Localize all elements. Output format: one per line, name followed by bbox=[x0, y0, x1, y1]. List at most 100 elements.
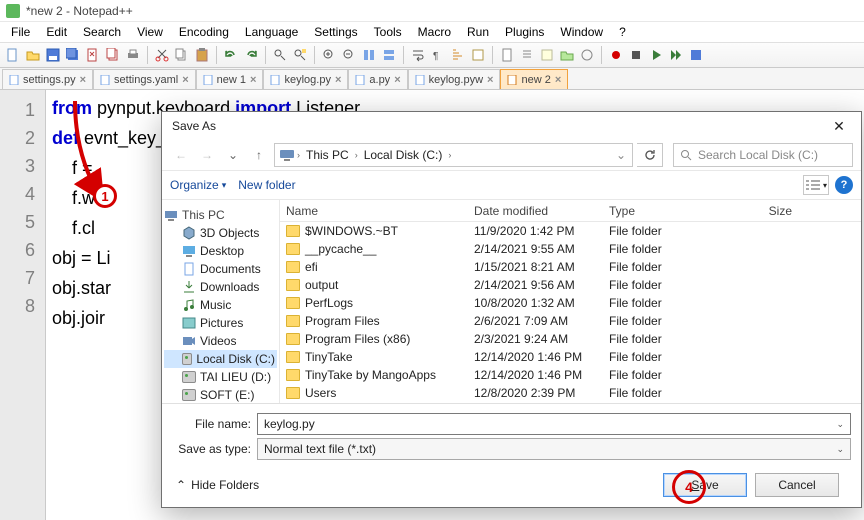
tree-soft-e[interactable]: SOFT (E:) bbox=[164, 386, 277, 403]
close-button[interactable]: ✕ bbox=[817, 112, 861, 140]
close-icon[interactable]: × bbox=[555, 74, 561, 86]
tree-videos[interactable]: Videos bbox=[164, 332, 277, 350]
breadcrumb[interactable]: › This PC › Local Disk (C:) › ⌄ bbox=[274, 143, 633, 167]
menu-run[interactable]: Run bbox=[460, 23, 496, 41]
hide-folders-toggle[interactable]: ⌃Hide Folders bbox=[176, 478, 259, 492]
tree-tai-lieu-d[interactable]: TAI LIEU (D:) bbox=[164, 368, 277, 386]
paste-icon[interactable] bbox=[193, 46, 211, 64]
save-all-icon[interactable] bbox=[64, 46, 82, 64]
open-file-icon[interactable] bbox=[24, 46, 42, 64]
print-icon[interactable] bbox=[124, 46, 142, 64]
recent-locations-button[interactable]: ⌄ bbox=[222, 144, 244, 166]
close-icon[interactable]: × bbox=[335, 74, 341, 86]
menu-encoding[interactable]: Encoding bbox=[172, 23, 236, 41]
close-file-icon[interactable] bbox=[84, 46, 102, 64]
table-row[interactable]: Users12/8/2020 2:39 PMFile folder bbox=[280, 384, 861, 402]
close-icon[interactable]: × bbox=[182, 74, 188, 86]
play-icon[interactable] bbox=[647, 46, 665, 64]
menu-edit[interactable]: Edit bbox=[39, 23, 74, 41]
chevron-down-icon[interactable]: ⌄ bbox=[836, 444, 844, 455]
table-row[interactable]: efi1/15/2021 8:21 AMFile folder bbox=[280, 258, 861, 276]
back-button[interactable]: ← bbox=[170, 144, 192, 166]
tree-3d-objects[interactable]: 3D Objects bbox=[164, 224, 277, 242]
tree-documents[interactable]: Documents bbox=[164, 260, 277, 278]
table-row[interactable]: __pycache__2/14/2021 9:55 AMFile folder bbox=[280, 240, 861, 258]
up-button[interactable]: ↑ bbox=[248, 144, 270, 166]
tree-local-disk-c[interactable]: Local Disk (C:) bbox=[164, 350, 277, 368]
close-icon[interactable]: × bbox=[250, 74, 256, 86]
view-options-button[interactable]: ▾ bbox=[803, 175, 829, 195]
breadcrumb-root[interactable]: This PC bbox=[302, 146, 353, 164]
new-folder-button[interactable]: New folder bbox=[238, 178, 295, 192]
cancel-button[interactable]: Cancel bbox=[755, 473, 839, 497]
tab-keylog-py[interactable]: keylog.py× bbox=[263, 69, 348, 89]
col-type[interactable]: Type bbox=[603, 204, 708, 218]
menu-file[interactable]: File bbox=[4, 23, 37, 41]
doc-list-icon[interactable] bbox=[518, 46, 536, 64]
table-row[interactable]: TinyTake12/14/2020 1:46 PMFile folder bbox=[280, 348, 861, 366]
save-icon[interactable] bbox=[44, 46, 62, 64]
show-all-chars-icon[interactable]: ¶ bbox=[429, 46, 447, 64]
menu-macro[interactable]: Macro bbox=[411, 23, 458, 41]
tab-settings-yaml[interactable]: settings.yaml× bbox=[93, 69, 196, 89]
find-icon[interactable] bbox=[271, 46, 289, 64]
table-row[interactable]: $WINDOWS.~BT11/9/2020 1:42 PMFile folder bbox=[280, 222, 861, 240]
menu-search[interactable]: Search bbox=[76, 23, 128, 41]
menu-window[interactable]: Window bbox=[553, 23, 610, 41]
tab-settings-py[interactable]: settings.py× bbox=[2, 69, 93, 89]
close-icon[interactable]: × bbox=[394, 74, 400, 86]
folder-workspace-icon[interactable] bbox=[558, 46, 576, 64]
breadcrumb-dropdown-icon[interactable]: ⌄ bbox=[616, 148, 632, 162]
search-input[interactable]: Search Local Disk (C:) bbox=[673, 143, 853, 167]
wordwrap-icon[interactable] bbox=[409, 46, 427, 64]
menu-plugins[interactable]: Plugins bbox=[498, 23, 551, 41]
column-headers[interactable]: Name Date modified Type Size bbox=[280, 200, 861, 222]
tree-pictures[interactable]: Pictures bbox=[164, 314, 277, 332]
col-date[interactable]: Date modified bbox=[468, 204, 603, 218]
play-multi-icon[interactable] bbox=[667, 46, 685, 64]
filename-input[interactable]: keylog.py⌄ bbox=[257, 413, 851, 435]
tree-music[interactable]: Music bbox=[164, 296, 277, 314]
tab-new2[interactable]: new 2× bbox=[500, 69, 568, 89]
menu-settings[interactable]: Settings bbox=[307, 23, 364, 41]
replace-icon[interactable] bbox=[291, 46, 309, 64]
breadcrumb-path[interactable]: Local Disk (C:) bbox=[360, 146, 447, 164]
indent-guide-icon[interactable] bbox=[449, 46, 467, 64]
menu-tools[interactable]: Tools bbox=[367, 23, 409, 41]
save-button[interactable]: Save bbox=[663, 473, 747, 497]
table-row[interactable]: Program Files2/6/2021 7:09 AMFile folder bbox=[280, 312, 861, 330]
zoom-in-icon[interactable] bbox=[320, 46, 338, 64]
table-row[interactable]: TinyTake by MangoApps12/14/2020 1:46 PMF… bbox=[280, 366, 861, 384]
tab-keylog-pyw[interactable]: keylog.pyw× bbox=[408, 69, 501, 89]
chevron-down-icon[interactable]: ⌄ bbox=[836, 419, 844, 430]
save-type-dropdown[interactable]: Normal text file (*.txt)⌄ bbox=[257, 438, 851, 460]
close-icon[interactable]: × bbox=[80, 74, 86, 86]
monitoring-icon[interactable] bbox=[578, 46, 596, 64]
copy-icon[interactable] bbox=[173, 46, 191, 64]
menu-view[interactable]: View bbox=[130, 23, 170, 41]
save-macro-icon[interactable] bbox=[687, 46, 705, 64]
close-all-icon[interactable] bbox=[104, 46, 122, 64]
zoom-out-icon[interactable] bbox=[340, 46, 358, 64]
tree-downloads[interactable]: Downloads bbox=[164, 278, 277, 296]
redo-icon[interactable] bbox=[242, 46, 260, 64]
function-list-icon[interactable] bbox=[538, 46, 556, 64]
help-button[interactable]: ? bbox=[835, 176, 853, 194]
organize-button[interactable]: Organize ▾ bbox=[170, 178, 226, 192]
close-icon[interactable]: × bbox=[487, 74, 493, 86]
sync-hscroll-icon[interactable] bbox=[380, 46, 398, 64]
menu-help[interactable]: ? bbox=[612, 23, 633, 41]
undo-icon[interactable] bbox=[222, 46, 240, 64]
table-row[interactable]: Program Files (x86)2/3/2021 9:24 AMFile … bbox=[280, 330, 861, 348]
cut-icon[interactable] bbox=[153, 46, 171, 64]
tree-this-pc[interactable]: This PC bbox=[164, 206, 277, 224]
tab-new1[interactable]: new 1× bbox=[196, 69, 264, 89]
col-name[interactable]: Name bbox=[280, 204, 468, 218]
table-row[interactable]: output2/14/2021 9:56 AMFile folder bbox=[280, 276, 861, 294]
tree-desktop[interactable]: Desktop bbox=[164, 242, 277, 260]
new-file-icon[interactable] bbox=[4, 46, 22, 64]
forward-button[interactable]: → bbox=[196, 144, 218, 166]
nav-tree[interactable]: This PC 3D Objects Desktop Documents Dow… bbox=[162, 200, 280, 403]
refresh-button[interactable] bbox=[637, 143, 663, 167]
user-lang-icon[interactable] bbox=[469, 46, 487, 64]
